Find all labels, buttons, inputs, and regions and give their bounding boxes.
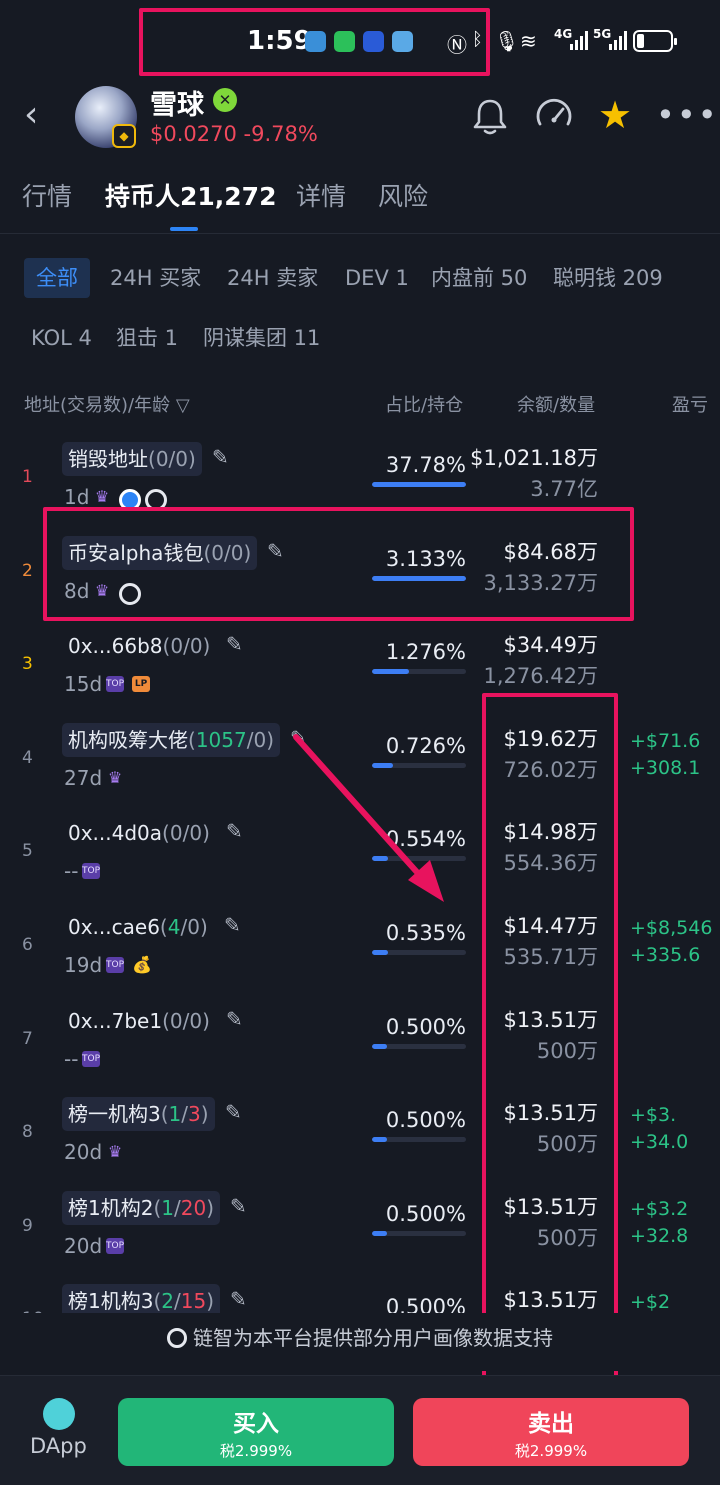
dapp-label[interactable]: DApp [30, 1434, 87, 1458]
dapp-icon[interactable] [43, 1398, 75, 1430]
data-source-note: 链智为本平台提供部分用户画像数据支持 [0, 1313, 720, 1371]
buy-button[interactable]: 买入 税2.999% [118, 1398, 394, 1466]
bottom-trade-bar: DApp 买入 税2.999% 卖出 税2.999% [0, 1375, 720, 1485]
annotation-arrow-icon [293, 734, 444, 902]
chain-intel-icon [167, 1328, 187, 1348]
sell-button[interactable]: 卖出 税2.999% [413, 1398, 689, 1466]
